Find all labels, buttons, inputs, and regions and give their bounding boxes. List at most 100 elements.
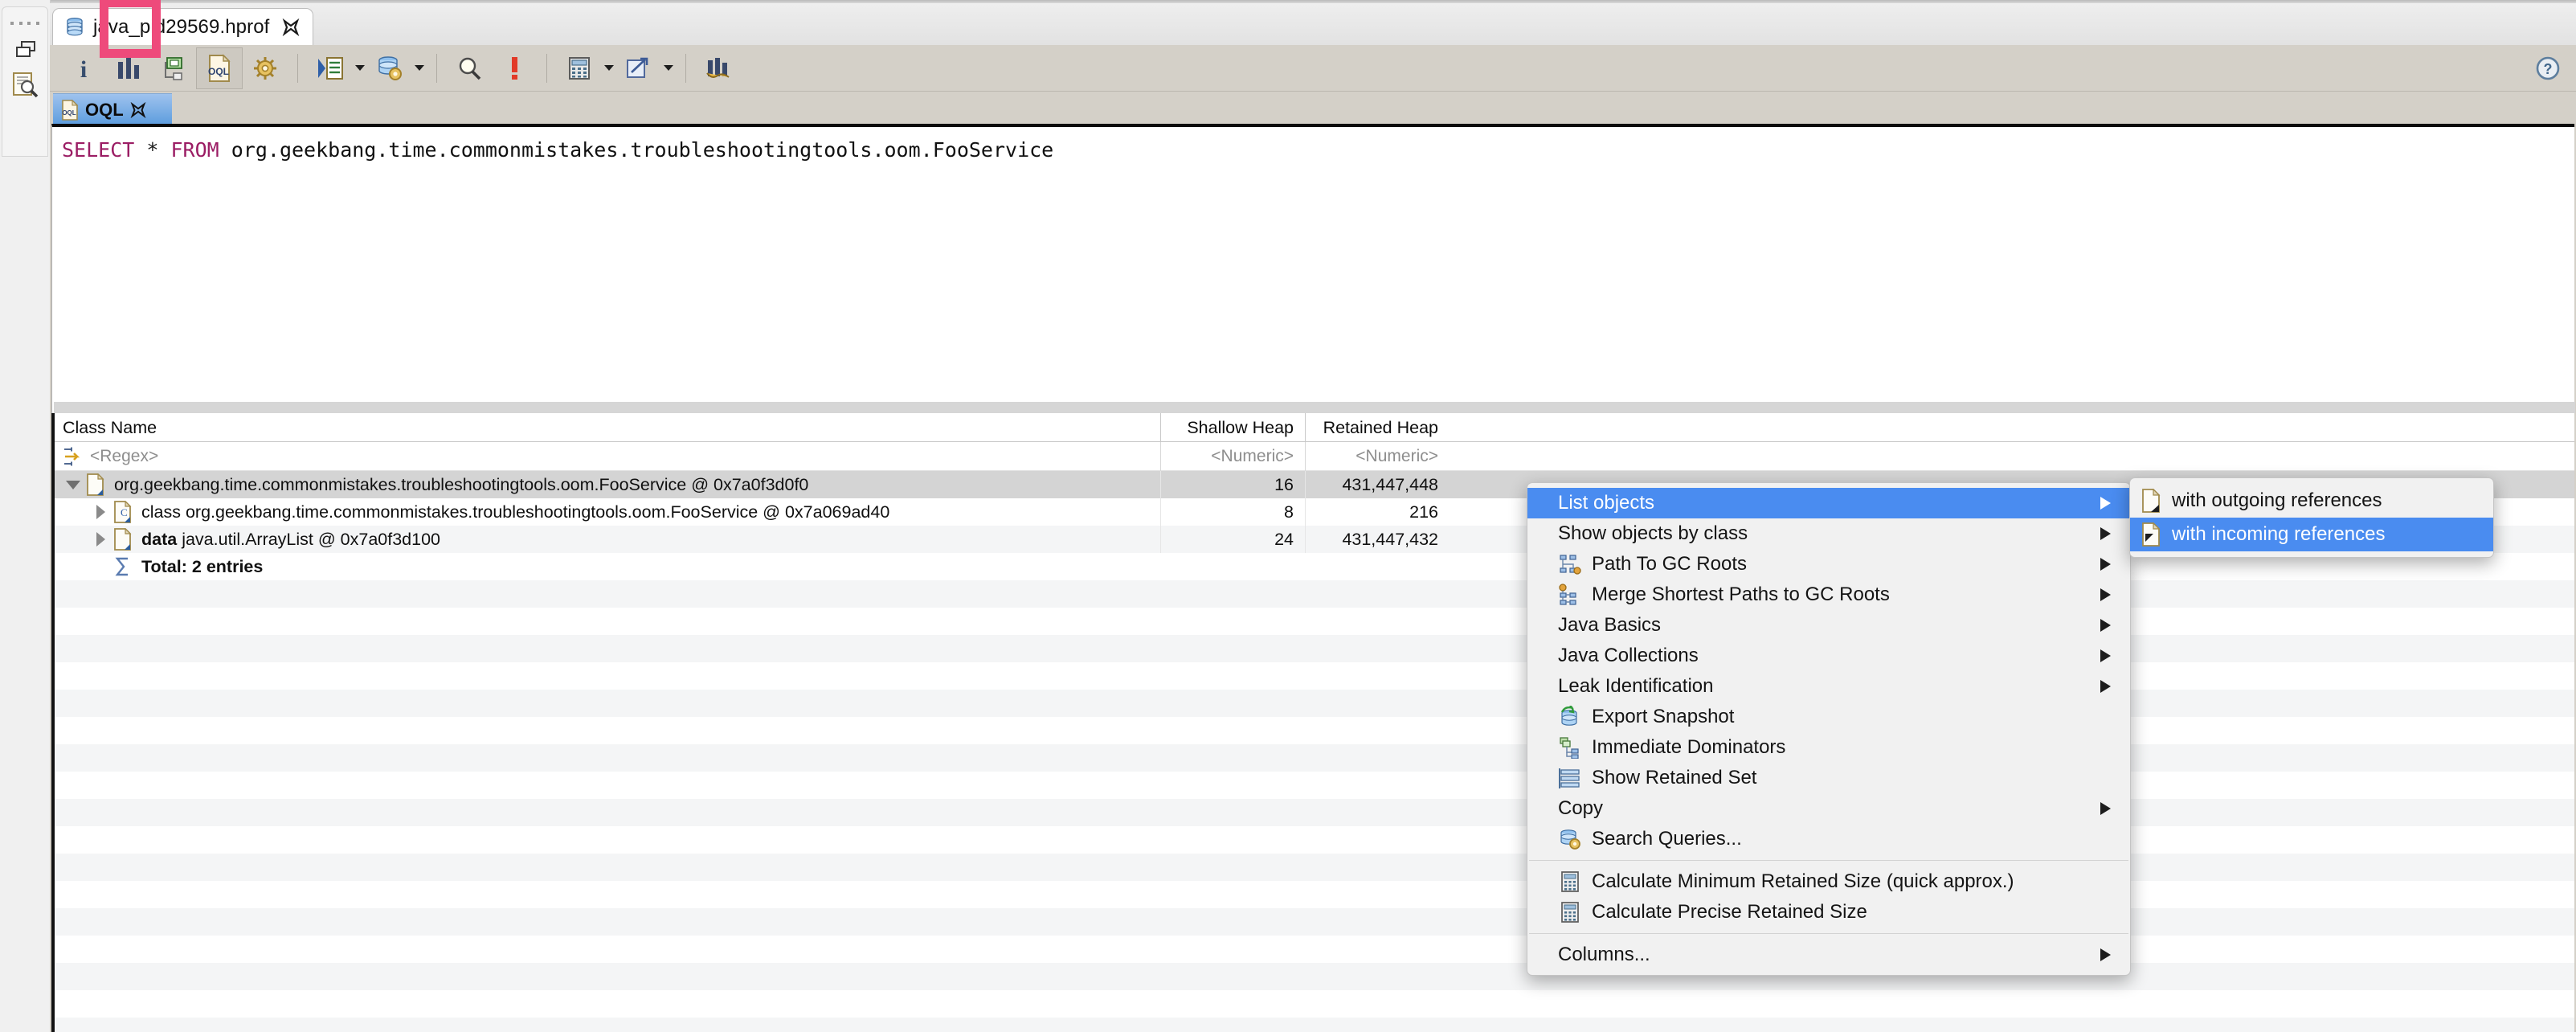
- toolbar-button-show-errors[interactable]: [492, 48, 537, 88]
- menu-item-copy[interactable]: Copy: [1527, 793, 2130, 824]
- menu-item-search-queries[interactable]: Search Queries...: [1527, 824, 2130, 854]
- filter-placeholder-class-name: <Regex>: [90, 446, 159, 465]
- submenu-item-with-outgoing-references[interactable]: with outgoing references: [2130, 484, 2493, 518]
- heap-explorer-icon[interactable]: [12, 72, 39, 99]
- outgoing-refs-icon: [2141, 489, 2162, 513]
- filter-cell-retained-heap[interactable]: <Numeric>: [1305, 441, 1450, 471]
- class-icon: C: [111, 501, 135, 523]
- menu-item-label: Copy: [1558, 797, 1604, 819]
- toolbar-separator: [685, 53, 686, 83]
- chevron-right-icon: [2100, 802, 2111, 815]
- menu-item-java-collections[interactable]: Java Collections: [1527, 641, 2130, 671]
- table-empty-row: [55, 908, 2574, 936]
- table-filter-row[interactable]: <Regex> <Numeric> <Numeric>: [55, 441, 2574, 471]
- chevron-right-icon: [2100, 588, 2111, 601]
- chevron-down-icon-run-expert-system[interactable]: [353, 48, 367, 88]
- oql-keyword-from: FROM: [170, 138, 219, 162]
- gc-root-path-icon: [1558, 549, 1582, 579]
- toolbar-button-open-query-browser[interactable]: [367, 48, 412, 88]
- menu-item-label: Show objects by class: [1558, 522, 1748, 544]
- column-header-shallow-heap[interactable]: Shallow Heap: [1160, 412, 1305, 442]
- table-empty-row: [55, 662, 2574, 690]
- chevron-down-icon-calculate-retained[interactable]: [602, 48, 616, 88]
- mat-application-window: java_pid29569.hprof i OQL ? OQL OQL SELE…: [0, 0, 2576, 1032]
- toolbar-button-calculate-retained[interactable]: [557, 48, 602, 88]
- column-header-retained-heap[interactable]: Retained Heap: [1305, 412, 1450, 442]
- tree-expander-expand-icon[interactable]: [90, 505, 111, 519]
- oql-query-target: org.geekbang.time.commonmistakes.trouble…: [219, 138, 1054, 162]
- menu-item-label: Leak Identification: [1558, 675, 1714, 697]
- menu-item-leak-identification[interactable]: Leak Identification: [1527, 671, 2130, 702]
- toolbar-button-find-object[interactable]: [447, 48, 492, 88]
- table-cell-name-container: org.geekbang.time.commonmistakes.trouble…: [55, 473, 1160, 496]
- menu-item-label: Calculate Minimum Retained Size (quick a…: [1592, 870, 2014, 892]
- table-empty-row: [55, 854, 2574, 881]
- tree-expander-expand-icon[interactable]: [90, 532, 111, 547]
- menu-item-immediate-dominators[interactable]: Immediate Dominators: [1527, 732, 2130, 763]
- toolbar-separator: [436, 53, 437, 83]
- table-empty-row: [55, 963, 2574, 990]
- calculator-icon: [1558, 897, 1582, 928]
- toolbar-button-export[interactable]: [616, 48, 661, 88]
- menu-item-export-snapshot[interactable]: Export Snapshot: [1527, 702, 2130, 732]
- toolbar-button-inspector[interactable]: [243, 48, 288, 88]
- table-cell-name-container: C class org.geekbang.time.commonmistakes…: [55, 501, 1160, 523]
- menu-item-path-to-gc-roots[interactable]: Path To GC Roots: [1527, 549, 2130, 579]
- toolbar-button-oql[interactable]: OQL: [196, 47, 243, 89]
- menu-item-java-basics[interactable]: Java Basics: [1527, 610, 2130, 641]
- editor-tab-hprof[interactable]: java_pid29569.hprof: [52, 8, 314, 45]
- svg-text:OQL: OQL: [62, 109, 76, 117]
- heap-dump-icon: [64, 17, 85, 38]
- merge-paths-icon: [1558, 579, 1582, 610]
- toolbar-button-dominator-tree[interactable]: [151, 48, 196, 88]
- tree-expander-collapse-icon[interactable]: [63, 480, 84, 489]
- filter-cell-class-name[interactable]: <Regex>: [55, 446, 1160, 467]
- chevron-right-icon: [2100, 680, 2111, 693]
- incoming-refs-icon: [2141, 522, 2162, 547]
- svg-text:?: ?: [2544, 61, 2553, 77]
- close-icon[interactable]: [282, 18, 300, 36]
- oql-tab-row-filler: [172, 93, 2576, 125]
- filter-cell-shallow-heap[interactable]: <Numeric>: [1160, 441, 1305, 471]
- oql-star: *: [134, 138, 171, 162]
- menu-item-list-objects[interactable]: List objects: [1527, 488, 2130, 518]
- menu-item-calculate-minimum-retained-size-quick-approx[interactable]: Calculate Minimum Retained Size (quick a…: [1527, 866, 2130, 897]
- context-submenu-list-objects: with outgoing references with incoming r…: [2129, 477, 2494, 558]
- restore-icon[interactable]: [16, 41, 37, 59]
- chevron-down-icon-open-query-browser[interactable]: [412, 48, 427, 88]
- submenu-item-with-incoming-references[interactable]: with incoming references: [2130, 518, 2493, 551]
- oql-query-editor[interactable]: SELECT * FROM org.geekbang.time.commonmi…: [51, 124, 2575, 413]
- menu-item-merge-shortest-paths-to-gc-roots[interactable]: Merge Shortest Paths to GC Roots: [1527, 579, 2130, 610]
- toolbar-button-compare-snapshot[interactable]: [696, 48, 741, 88]
- tab-oql[interactable]: OQL OQL: [53, 93, 172, 125]
- column-header-class-name[interactable]: Class Name: [55, 413, 1160, 442]
- menu-item-label: Java Basics: [1558, 614, 1662, 636]
- chevron-right-icon: [2100, 527, 2111, 540]
- table-cell-retained-heap: 431,447,448: [1305, 471, 1450, 498]
- menu-item-show-retained-set[interactable]: Show Retained Set: [1527, 763, 2130, 793]
- menu-item-calculate-precise-retained-size[interactable]: Calculate Precise Retained Size: [1527, 897, 2130, 928]
- table-empty-row: [55, 717, 2574, 744]
- table-empty-row: [55, 826, 2574, 854]
- rail-minimized-panel[interactable]: [2, 6, 48, 157]
- table-cell-retained-heap: 216: [1305, 498, 1450, 526]
- oql-icon: OQL: [61, 99, 79, 121]
- menu-item-label: Show Retained Set: [1592, 767, 1757, 788]
- chevron-down-icon-export[interactable]: [661, 48, 676, 88]
- chevron-right-icon: [2100, 649, 2111, 662]
- context-menu: List objects Show objects by class Path T…: [1527, 482, 2131, 976]
- regex-filter-icon: [63, 446, 84, 467]
- toolbar-button-run-expert-system[interactable]: [308, 48, 353, 88]
- toolbar-button-histogram[interactable]: [106, 48, 151, 88]
- menu-item-label: Columns...: [1558, 944, 1650, 965]
- query-horizontal-scrollbar[interactable]: [54, 402, 2575, 413]
- editor-tab-row: java_pid29569.hprof: [50, 3, 2576, 45]
- svg-text:OQL: OQL: [208, 66, 229, 77]
- menu-separator: [1529, 933, 2128, 934]
- toolbar-button-overview-info[interactable]: i: [61, 48, 106, 88]
- help-icon[interactable]: ?: [2536, 56, 2560, 80]
- menu-item-columns[interactable]: Columns...: [1527, 940, 2130, 970]
- menu-item-show-objects-by-class[interactable]: Show objects by class: [1527, 518, 2130, 549]
- close-icon-oql-tab[interactable]: [130, 101, 146, 118]
- menu-item-label: Java Collections: [1558, 645, 1699, 666]
